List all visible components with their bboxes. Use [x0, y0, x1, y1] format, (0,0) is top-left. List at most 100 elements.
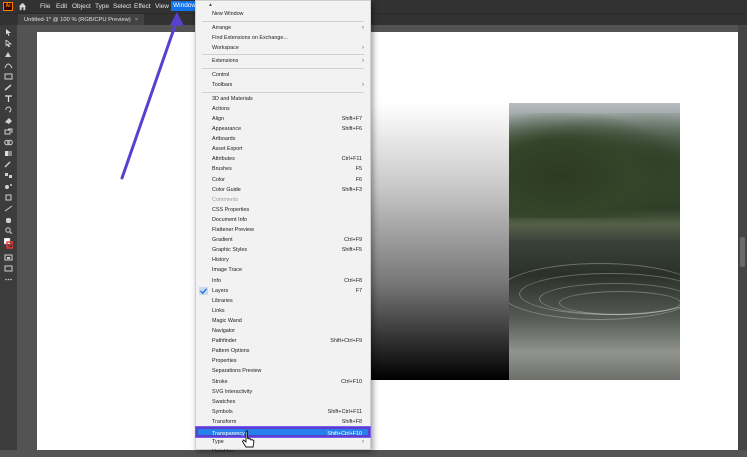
menu-item-label: Links	[212, 307, 225, 314]
menu-item-shortcut: Ctrl+F11	[341, 156, 362, 163]
hand-tool-icon[interactable]	[4, 216, 13, 223]
menu-edit[interactable]: Edit	[56, 2, 67, 11]
slice-tool-icon[interactable]	[4, 205, 13, 212]
menu-item-separations-preview[interactable]: Separations Preview	[196, 366, 370, 376]
menu-item-flattener-preview[interactable]: Flattener Preview	[196, 225, 370, 235]
menu-item-label: Pattern Options	[212, 348, 250, 355]
menu-item-transform[interactable]: Transform Shift+F8	[196, 417, 370, 427]
menu-item-workspace[interactable]: Workspace ›	[196, 43, 370, 53]
selection-tool-icon[interactable]	[4, 29, 13, 36]
menu-item-brushes[interactable]: Brushes F5	[196, 164, 370, 174]
shape-builder-tool-icon[interactable]	[4, 139, 13, 146]
menu-item-layers[interactable]: Layers F7	[196, 286, 370, 296]
gradient-rectangle[interactable]	[370, 103, 510, 380]
menu-object[interactable]: Object	[72, 2, 91, 11]
paintbrush-tool-icon[interactable]	[4, 84, 13, 91]
illustrator-logo: Ai	[3, 2, 13, 11]
zoom-tool-icon[interactable]	[4, 227, 13, 234]
menu-item-image-trace[interactable]: Image Trace	[196, 265, 370, 275]
menu-item-color[interactable]: Color F6	[196, 175, 370, 185]
rotate-tool-icon[interactable]	[4, 106, 13, 113]
menu-item-attributes[interactable]: Attributes Ctrl+F11	[196, 154, 370, 164]
menu-item-swatches[interactable]: Swatches	[196, 397, 370, 407]
menu-item-color-guide[interactable]: Color Guide Shift+F3	[196, 185, 370, 195]
pointer-cursor-icon	[241, 430, 255, 448]
menu-separator	[202, 68, 364, 69]
more-tools-icon[interactable]	[4, 276, 13, 283]
menu-item-new-window[interactable]: New Window	[196, 9, 370, 19]
menu-item-label: Graphic Styles	[212, 247, 248, 254]
menu-item-3d-and-materials[interactable]: 3D and Materials	[196, 94, 370, 104]
menu-item-arrange[interactable]: Arrange ›	[196, 23, 370, 33]
menu-select[interactable]: Select	[113, 2, 131, 11]
menu-item-extensions[interactable]: Extensions ›	[196, 56, 370, 66]
menu-item-artboards[interactable]: Artboards	[196, 134, 370, 144]
menu-item-properties[interactable]: Properties	[196, 356, 370, 366]
menu-item-pattern-options[interactable]: Pattern Options	[196, 346, 370, 356]
blend-tool-icon[interactable]	[4, 172, 13, 179]
gradient-tool-icon[interactable]	[4, 150, 13, 157]
menu-item-actions[interactable]: Actions	[196, 104, 370, 114]
menu-item-navigator[interactable]: Navigator	[196, 326, 370, 336]
menu-item-appearance[interactable]: Appearance Shift+F6	[196, 124, 370, 134]
menu-item-variables[interactable]: Variables	[196, 447, 370, 457]
menu-item-stroke[interactable]: Stroke Ctrl+F10	[196, 377, 370, 387]
direct-selection-tool-icon[interactable]	[4, 40, 13, 47]
menu-item-find-extensions-on-exchange[interactable]: Find Extensions on Exchange...	[196, 33, 370, 43]
menu-item-info[interactable]: Info Ctrl+F8	[196, 276, 370, 286]
menu-item-graphic-styles[interactable]: Graphic Styles Shift+F5	[196, 245, 370, 255]
menu-item-svg-interactivity[interactable]: SVG Interactivity	[196, 387, 370, 397]
menu-item-document-info[interactable]: Document Info	[196, 215, 370, 225]
menu-item-label: Appearance	[212, 126, 242, 132]
scrollbar-thumb[interactable]	[740, 237, 745, 267]
menu-item-pathfinder[interactable]: Pathfinder Shift+Ctrl+F9	[196, 336, 370, 346]
menu-item-label: Attributes	[212, 156, 235, 163]
curvature-tool-icon[interactable]	[4, 62, 13, 69]
menu-item-asset-export[interactable]: Asset Export	[196, 144, 370, 154]
lake-photo[interactable]	[509, 103, 680, 380]
fill-stroke-icon[interactable]	[4, 238, 13, 250]
menu-item-libraries[interactable]: Libraries	[196, 296, 370, 306]
menu-file[interactable]: File	[40, 2, 50, 11]
menu-separator	[202, 20, 364, 22]
vertical-scrollbar[interactable]	[738, 25, 747, 450]
artboard-tool-icon[interactable]	[4, 194, 13, 201]
menu-item-links[interactable]: Links	[196, 306, 370, 316]
menu-item-type[interactable]: Type ›	[196, 437, 370, 447]
menu-item-align[interactable]: Align Shift+F7	[196, 114, 370, 124]
menu-item-shortcut: Shift+F8	[341, 418, 362, 425]
menu-item-label: Variables	[212, 449, 235, 456]
menu-item-gradient[interactable]: Gradient Ctrl+F9	[196, 235, 370, 245]
screen-mode-icon[interactable]	[4, 265, 13, 272]
menu-item-label: Libraries	[212, 297, 233, 304]
eyedropper-tool-icon[interactable]	[4, 161, 13, 168]
menu-item-magic-wand[interactable]: Magic Wand	[196, 316, 370, 326]
menu-view[interactable]: View	[155, 2, 169, 11]
menu-item-label: Image Trace	[212, 267, 242, 274]
menu-item-label: Transform	[212, 418, 237, 425]
pen-tool-icon[interactable]	[4, 51, 13, 58]
menu-item-label: Layers	[212, 287, 229, 294]
menu-effect[interactable]: Effect	[134, 2, 151, 11]
menu-item-label: Brushes	[212, 166, 232, 173]
home-icon[interactable]	[18, 2, 27, 11]
menu-item-control[interactable]: Control	[196, 70, 370, 80]
close-icon[interactable]: ×	[135, 17, 138, 23]
menu-item-transparency[interactable]: Transparency Shift+Ctrl+F10	[195, 426, 371, 438]
menu-item-shortcut: Ctrl+F8	[344, 277, 362, 284]
menu-scroll-up-icon[interactable]: ▲	[208, 2, 213, 8]
rectangle-tool-icon[interactable]	[4, 73, 13, 80]
scale-tool-icon[interactable]	[4, 128, 13, 135]
eraser-tool-icon[interactable]	[4, 117, 13, 124]
menu-type[interactable]: Type	[95, 2, 109, 11]
menu-item-history[interactable]: History	[196, 255, 370, 265]
draw-mode-icon[interactable]	[4, 254, 13, 261]
menu-item-label: History	[212, 257, 229, 264]
menu-item-css-properties[interactable]: CSS Properties	[196, 205, 370, 215]
menu-item-label: Arrange	[212, 24, 232, 31]
type-tool-icon[interactable]	[4, 95, 13, 102]
menu-item-symbols[interactable]: Symbols Shift+Ctrl+F11	[196, 407, 370, 417]
menu-item-toolbars[interactable]: Toolbars ›	[196, 80, 370, 90]
symbol-sprayer-tool-icon[interactable]	[4, 183, 13, 190]
menu-item-label: Info	[212, 277, 221, 284]
